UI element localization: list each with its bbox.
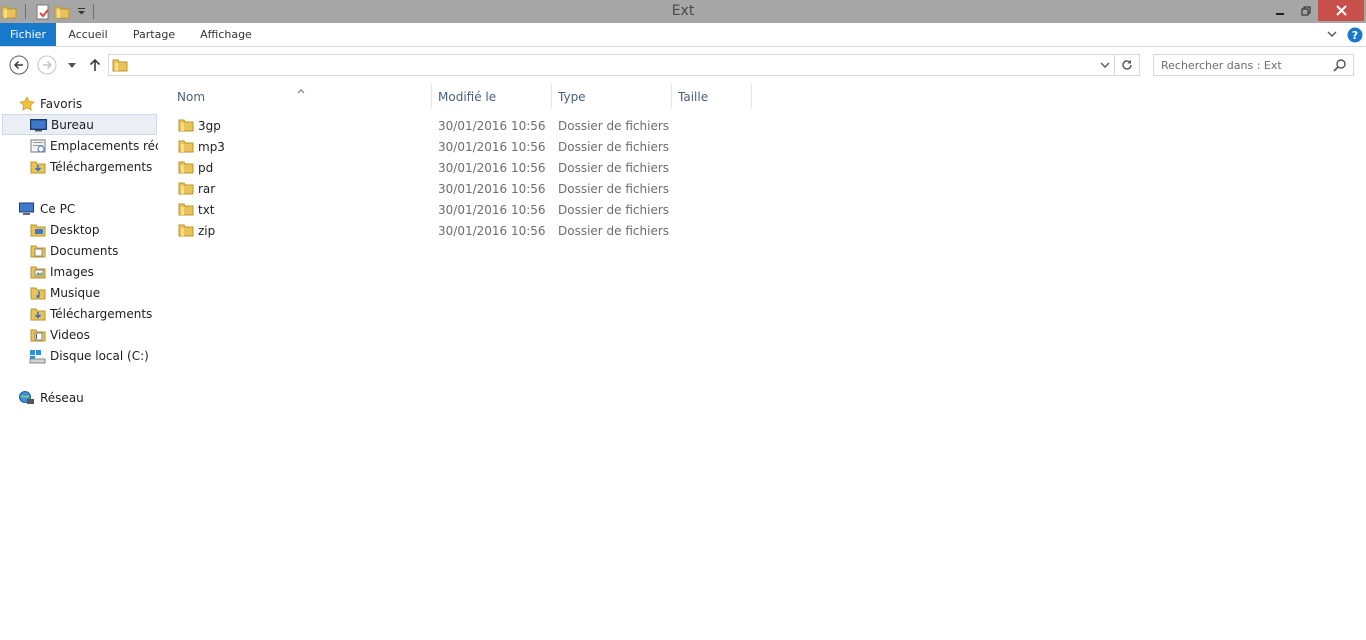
refresh-button[interactable]	[1115, 54, 1140, 76]
file-row[interactable]: 3gp 30/01/2016 10:56 Dossier de fichiers	[174, 115, 674, 136]
star-icon	[18, 95, 35, 112]
desktop-folder-icon	[29, 221, 46, 238]
sidebar-item-bureau[interactable]: Bureau	[2, 114, 157, 135]
folder-icon	[178, 180, 194, 199]
properties-icon[interactable]	[33, 3, 51, 20]
file-modified: 30/01/2016 10:56	[438, 203, 546, 217]
file-type: Dossier de fichiers	[558, 182, 670, 196]
column-header-modified[interactable]: Modifié le	[432, 83, 550, 110]
file-row[interactable]: pd 30/01/2016 10:56 Dossier de fichiers	[174, 157, 674, 178]
help-icon[interactable]: ?	[1346, 26, 1364, 44]
local-disk-icon	[29, 347, 46, 364]
file-modified: 30/01/2016 10:56	[438, 161, 546, 175]
file-modified: 30/01/2016 10:56	[438, 119, 546, 133]
address-dropdown-icon[interactable]	[1100, 58, 1110, 75]
sidebar-item-disque-local[interactable]: Disque local (C:)	[0, 345, 158, 366]
file-row[interactable]: txt 30/01/2016 10:56 Dossier de fichiers	[174, 199, 674, 220]
back-arrow-icon	[9, 55, 29, 75]
file-name: pd	[198, 161, 214, 175]
folder-icon	[178, 117, 194, 136]
file-modified: 30/01/2016 10:56	[438, 224, 546, 238]
search-box[interactable]	[1153, 54, 1354, 76]
up-button[interactable]	[87, 55, 103, 75]
new-folder-icon[interactable]	[53, 3, 71, 20]
sidebar-item-musique[interactable]: Musique	[0, 282, 158, 303]
minimize-button[interactable]	[1267, 0, 1293, 21]
file-name: txt	[198, 203, 215, 217]
sidebar-item-documents[interactable]: Documents	[0, 240, 158, 261]
file-row[interactable]: zip 30/01/2016 10:56 Dossier de fichiers	[174, 220, 674, 241]
tab-fichier[interactable]: Fichier	[0, 23, 56, 46]
close-icon	[1335, 5, 1347, 16]
up-arrow-icon	[89, 58, 101, 71]
navigation-bar	[0, 47, 1366, 83]
file-name: rar	[198, 182, 216, 196]
file-type: Dossier de fichiers	[558, 161, 670, 175]
folder-icon	[112, 57, 128, 76]
folder-icon	[178, 159, 194, 178]
file-type: Dossier de fichiers	[558, 203, 670, 217]
column-header-type[interactable]: Type	[552, 83, 670, 110]
title-bar[interactable]: Ext	[0, 0, 1366, 23]
close-button[interactable]	[1318, 0, 1364, 21]
folder-icon	[178, 201, 194, 220]
images-folder-icon	[29, 263, 46, 280]
sidebar-item-desktop[interactable]: Desktop	[0, 219, 158, 240]
downloads-folder-icon	[29, 158, 46, 175]
ribbon-tabs: Fichier Accueil Partage Affichage ?	[0, 23, 1366, 47]
documents-folder-icon	[29, 242, 46, 259]
customize-toolbar-icon[interactable]	[74, 3, 88, 20]
forward-arrow-icon	[37, 55, 57, 75]
expand-ribbon-chevron-icon[interactable]	[1325, 26, 1339, 42]
music-folder-icon	[29, 284, 46, 301]
file-type: Dossier de fichiers	[558, 119, 670, 133]
network-icon	[18, 389, 35, 406]
refresh-icon	[1122, 60, 1132, 70]
file-type: Dossier de fichiers	[558, 224, 670, 238]
navigation-pane: Favoris Bureau Emplacements récen Téléch…	[0, 83, 160, 640]
desktop-icon	[30, 116, 47, 133]
search-input[interactable]	[1154, 55, 1324, 75]
sidebar-group-ce-pc[interactable]: Ce PC	[0, 198, 158, 219]
recent-places-icon	[29, 137, 46, 154]
tab-partage[interactable]: Partage	[124, 23, 184, 46]
forward-button[interactable]	[37, 55, 57, 75]
folder-app-icon[interactable]	[0, 3, 18, 20]
sidebar-group-favorites[interactable]: Favoris	[0, 93, 158, 114]
address-bar[interactable]	[108, 54, 1115, 76]
search-icon[interactable]	[1333, 58, 1347, 75]
column-header-name[interactable]: Nom	[172, 83, 430, 110]
tab-affichage[interactable]: Affichage	[192, 23, 260, 46]
restore-button[interactable]	[1293, 0, 1318, 21]
tab-accueil[interactable]: Accueil	[60, 23, 116, 46]
file-name: mp3	[198, 140, 225, 154]
file-modified: 30/01/2016 10:56	[438, 182, 546, 196]
file-name: 3gp	[198, 119, 221, 133]
file-name: zip	[198, 224, 216, 238]
chevron-down-icon	[68, 62, 76, 68]
file-modified: 30/01/2016 10:56	[438, 140, 546, 154]
sidebar-item-telechargements-favoris[interactable]: Téléchargements	[0, 156, 158, 177]
column-header-size[interactable]: Taille	[672, 83, 750, 110]
folder-icon	[178, 138, 194, 157]
folder-icon	[178, 222, 194, 241]
computer-icon	[18, 200, 35, 217]
sidebar-item-images[interactable]: Images	[0, 261, 158, 282]
sidebar-item-emplacements-recents[interactable]: Emplacements récen	[0, 135, 158, 156]
downloads-folder-icon	[29, 305, 46, 322]
videos-folder-icon	[29, 326, 46, 343]
sidebar-item-videos[interactable]: Videos	[0, 324, 158, 345]
recent-locations-dropdown[interactable]	[66, 55, 78, 75]
file-row[interactable]: mp3 30/01/2016 10:56 Dossier de fichiers	[174, 136, 674, 157]
back-button[interactable]	[9, 55, 29, 75]
window-title: Ext	[671, 3, 695, 19]
sidebar-item-telechargements[interactable]: Téléchargements	[0, 303, 158, 324]
svg-text:?: ?	[1352, 29, 1358, 42]
file-row[interactable]: rar 30/01/2016 10:56 Dossier de fichiers	[174, 178, 674, 199]
sidebar-group-reseau[interactable]: Réseau	[0, 387, 158, 408]
file-type: Dossier de fichiers	[558, 140, 670, 154]
